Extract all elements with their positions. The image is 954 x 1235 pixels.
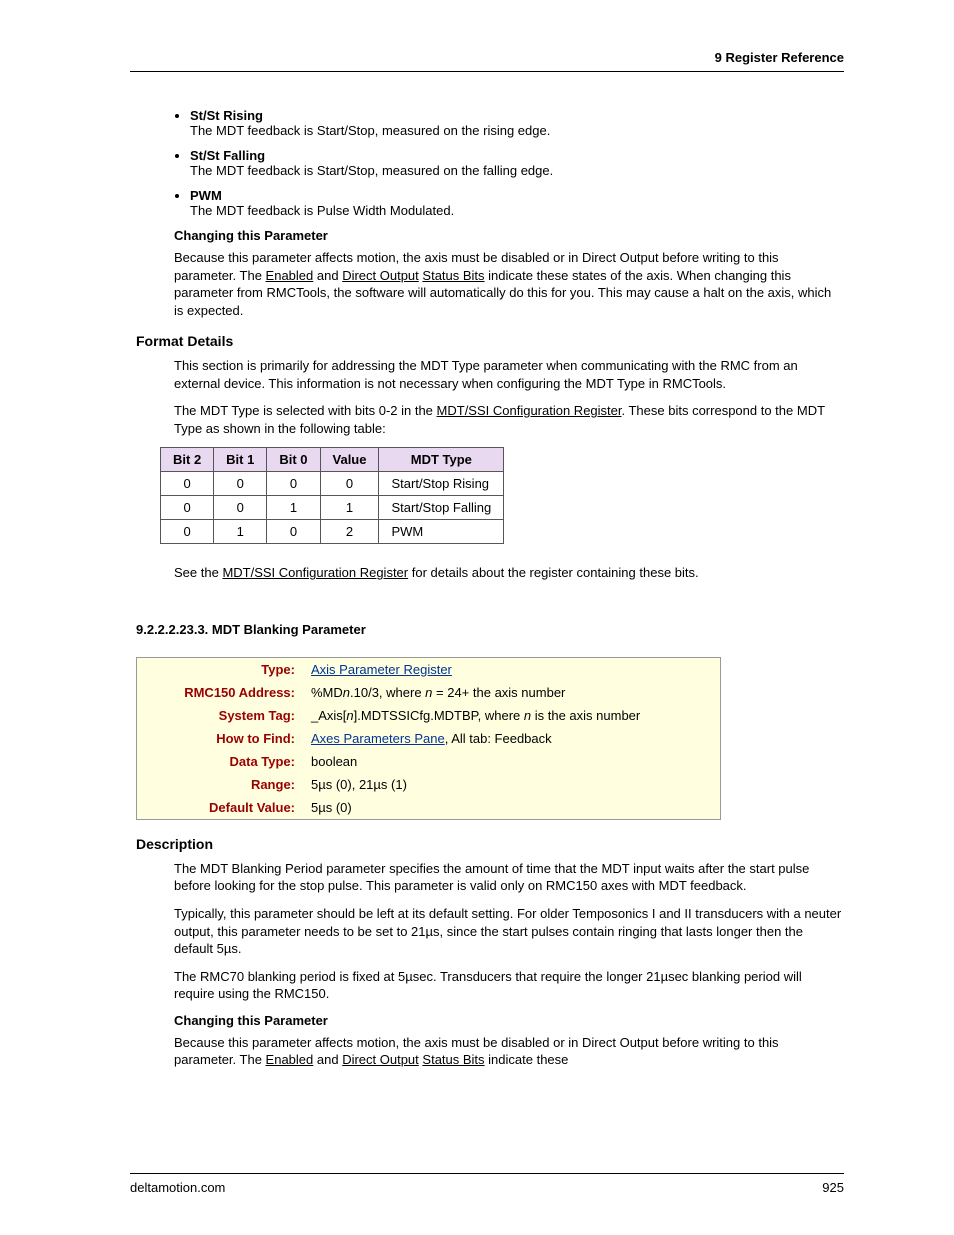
see-also-text: See the MDT/SSI Configuration Register f…: [174, 564, 844, 582]
description-p1: The MDT Blanking Period parameter specif…: [174, 860, 844, 895]
table-row: 0 1 0 2 PWM: [161, 520, 504, 544]
mdt-type-list: St/St Rising The MDT feedback is Start/S…: [140, 108, 844, 218]
info-rmc150-label: RMC150 Address:: [137, 681, 304, 704]
enabled-link[interactable]: Enabled: [266, 268, 314, 283]
info-datatype-label: Data Type:: [137, 750, 304, 773]
info-range-label: Range:: [137, 773, 304, 796]
item-desc: The MDT feedback is Pulse Width Modulate…: [190, 203, 454, 218]
list-item: St/St Falling The MDT feedback is Start/…: [190, 148, 844, 178]
description-p2: Typically, this parameter should be left…: [174, 905, 844, 958]
description-p3: The RMC70 blanking period is fixed at 5µ…: [174, 968, 844, 1003]
info-datatype-value: boolean: [303, 750, 721, 773]
changing-param-text-2: Because this parameter affects motion, t…: [174, 1034, 844, 1069]
direct-output-link[interactable]: Direct Output: [342, 268, 419, 283]
format-details-p1: This section is primarily for addressing…: [174, 357, 844, 392]
footer-site: deltamotion.com: [130, 1180, 225, 1195]
info-default-value: 5µs (0): [303, 796, 721, 820]
mdtssi-config-link[interactable]: MDT/SSI Configuration Register: [437, 403, 622, 418]
changing-param-heading-2: Changing this Parameter: [174, 1013, 844, 1028]
axis-param-register-link[interactable]: Axis Parameter Register: [311, 662, 452, 677]
table-row: 0 0 0 0 Start/Stop Rising: [161, 472, 504, 496]
item-title: St/St Rising: [190, 108, 263, 123]
mdt-type-table: Bit 2 Bit 1 Bit 0 Value MDT Type 0 0 0 0…: [160, 447, 504, 544]
list-item: St/St Rising The MDT feedback is Start/S…: [190, 108, 844, 138]
direct-output-link-2[interactable]: Direct Output: [342, 1052, 419, 1067]
col-bit1: Bit 1: [214, 448, 267, 472]
item-desc: The MDT feedback is Start/Stop, measured…: [190, 123, 550, 138]
parameter-info-table: Type: Axis Parameter Register RMC150 Add…: [136, 657, 721, 820]
col-bit0: Bit 0: [267, 448, 320, 472]
info-type-label: Type:: [137, 657, 304, 681]
axes-params-pane-link[interactable]: Axes Parameters Pane: [311, 731, 445, 746]
info-default-label: Default Value:: [137, 796, 304, 820]
info-systag-label: System Tag:: [137, 704, 304, 727]
item-title: PWM: [190, 188, 222, 203]
format-details-heading: Format Details: [136, 333, 844, 349]
info-systag-value: _Axis[n].MDTSSICfg.MDTBP, where n is the…: [303, 704, 721, 727]
enabled-link-2[interactable]: Enabled: [266, 1052, 314, 1067]
mdtssi-config-link-2[interactable]: MDT/SSI Configuration Register: [222, 565, 408, 580]
col-mdt-type: MDT Type: [379, 448, 504, 472]
section-number-heading: 9.2.2.2.23.3. MDT Blanking Parameter: [136, 622, 844, 637]
table-row: 0 0 1 1 Start/Stop Falling: [161, 496, 504, 520]
status-bits-link-2[interactable]: Status Bits: [422, 1052, 484, 1067]
info-range-value: 5µs (0), 21µs (1): [303, 773, 721, 796]
changing-param-text: Because this parameter affects motion, t…: [174, 249, 844, 319]
changing-param-heading: Changing this Parameter: [174, 228, 844, 243]
col-bit2: Bit 2: [161, 448, 214, 472]
item-desc: The MDT feedback is Start/Stop, measured…: [190, 163, 553, 178]
item-title: St/St Falling: [190, 148, 265, 163]
info-howto-label: How to Find:: [137, 727, 304, 750]
col-value: Value: [320, 448, 379, 472]
page-header: 9 Register Reference: [130, 50, 844, 72]
info-howto-value: Axes Parameters Pane, All tab: Feedback: [303, 727, 721, 750]
format-details-p2: The MDT Type is selected with bits 0-2 i…: [174, 402, 844, 437]
footer-page-number: 925: [822, 1180, 844, 1195]
list-item: PWM The MDT feedback is Pulse Width Modu…: [190, 188, 844, 218]
info-rmc150-value: %MDn.10/3, where n = 24+ the axis number: [303, 681, 721, 704]
description-heading: Description: [136, 836, 844, 852]
status-bits-link[interactable]: Status Bits: [422, 268, 484, 283]
page-footer: deltamotion.com 925: [130, 1173, 844, 1195]
